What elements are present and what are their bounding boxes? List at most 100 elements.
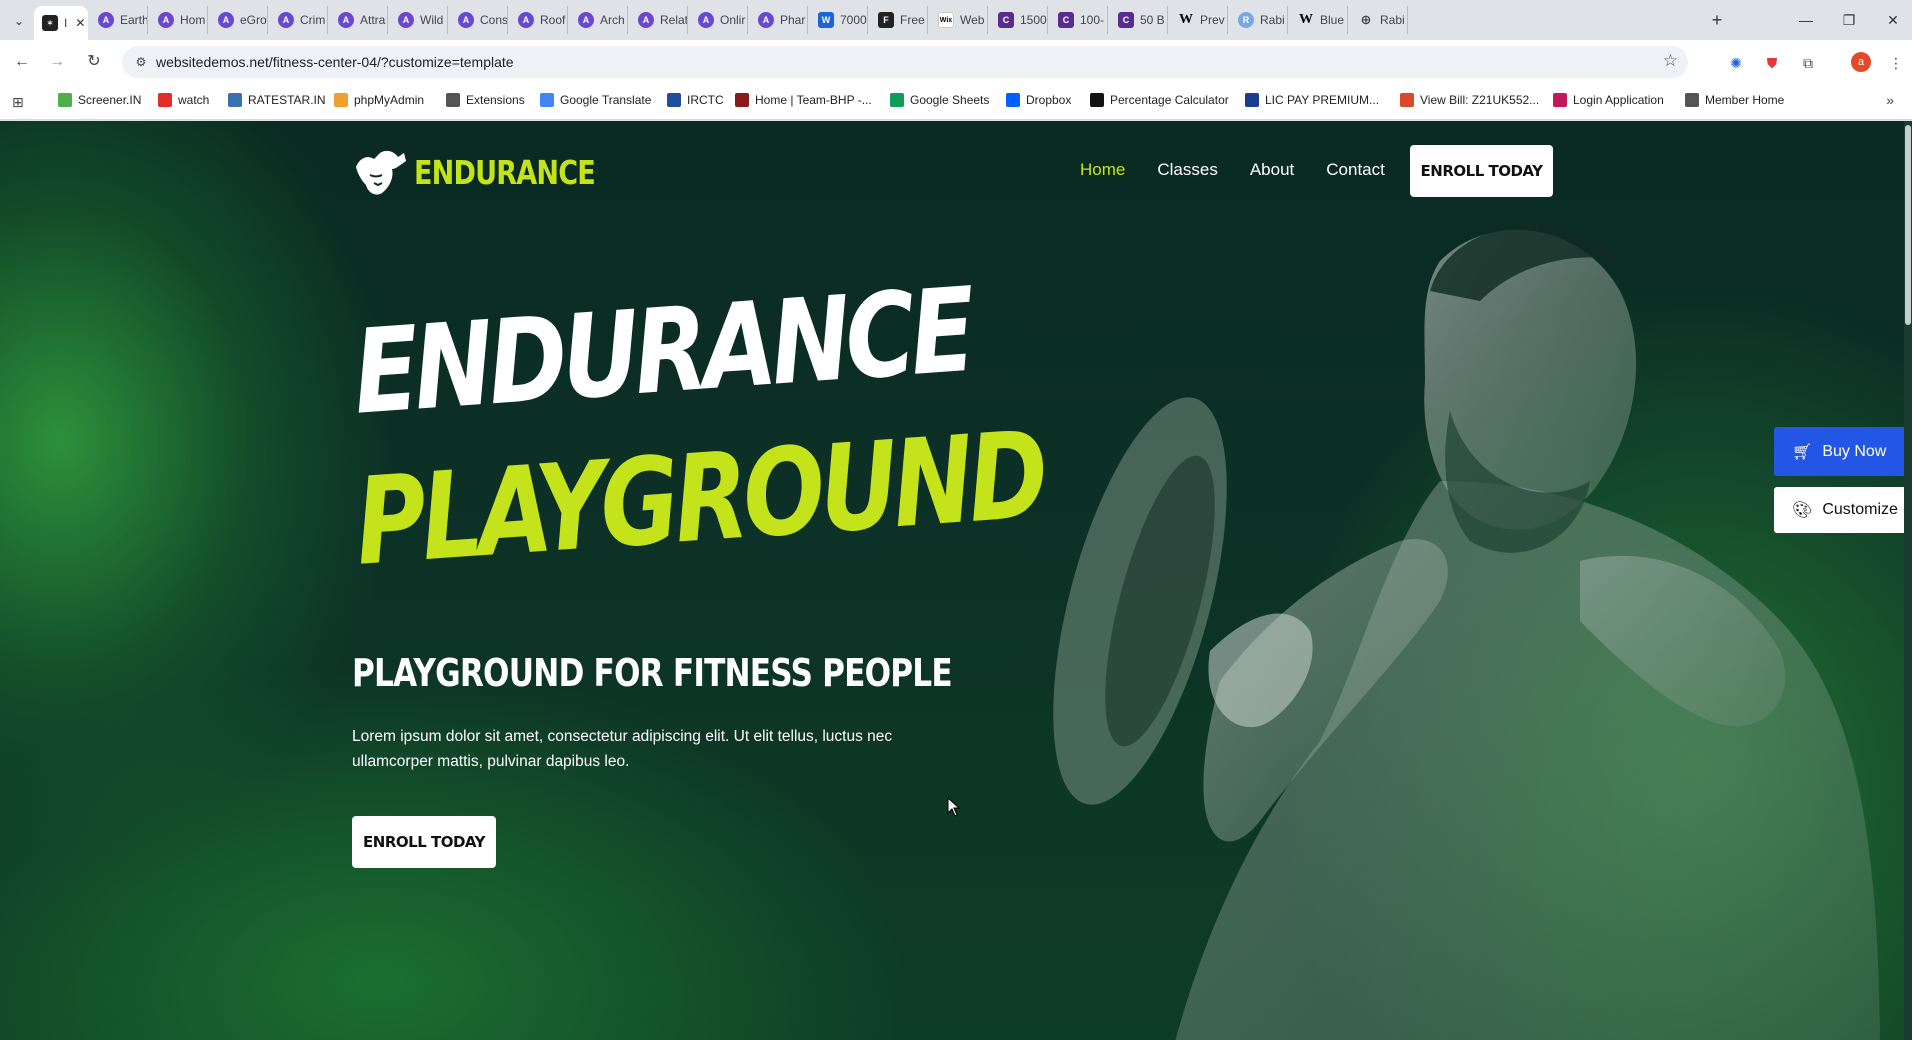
tab[interactable]: A Crim [270, 6, 328, 34]
tab-search-chevron-icon[interactable]: ⌄ [8, 10, 30, 32]
bookmark-item[interactable]: Member Home [1685, 93, 1784, 107]
restore-icon[interactable]: ❐ [1836, 8, 1862, 32]
header-enroll-button[interactable]: ENROLL TODAY [1410, 145, 1553, 197]
hero-title-line-1: ENDURANCE [349, 262, 975, 441]
tab[interactable]: C 100- [1050, 6, 1108, 34]
tab[interactable]: R Rabi [1230, 6, 1288, 34]
bookmark-item[interactable]: LIC PAY PREMIUM... [1245, 93, 1379, 107]
bookmarks-bar: ⊞ Screener.IN watch RATESTAR.IN phpMyAdmin E… [0, 84, 1912, 120]
forward-icon[interactable]: → [45, 50, 69, 74]
bookmark-item[interactable]: Extensions [446, 93, 525, 107]
tab[interactable]: F Free [870, 6, 928, 34]
apps-grid-icon[interactable]: ⊞ [12, 94, 28, 110]
bookmark-item[interactable]: Home | Team-BHP -... [735, 93, 872, 107]
bookmark-item[interactable]: phpMyAdmin [334, 93, 424, 107]
bookmark-label: Dropbox [1026, 93, 1072, 107]
tab-close-icon[interactable]: ✕ [75, 16, 85, 30]
bookmark-item[interactable]: Screener.IN [58, 93, 141, 107]
extension-blue-icon[interactable]: ✺ [1725, 52, 1747, 74]
nav-about[interactable]: About [1250, 160, 1294, 180]
bookmark-label: Extensions [466, 93, 525, 107]
bookmark-label: Member Home [1705, 93, 1785, 107]
tab[interactable]: A Relat [630, 6, 688, 34]
back-icon[interactable]: ← [10, 50, 34, 74]
bookmark-item[interactable]: RATESTAR.IN [228, 93, 326, 107]
tab[interactable]: AeGro [210, 6, 268, 34]
tab-title: 100- [1080, 13, 1105, 27]
tab[interactable]: C 50 B [1110, 6, 1168, 34]
bookmark-item[interactable]: Login Application [1553, 93, 1664, 107]
tab[interactable]: A Onlir [690, 6, 748, 34]
tab[interactable]: A Roof [510, 6, 568, 34]
sheets-icon [890, 93, 904, 107]
close-window-icon[interactable]: ✕ [1880, 8, 1906, 32]
tab-title: Crim [300, 13, 326, 27]
customize-button[interactable]: 🎨︎ Customize [1774, 487, 1904, 533]
bookmark-item[interactable]: View Bill: Z21UK552... [1400, 93, 1539, 107]
tab-strip: ⌄ ✶ I ✕ A Earth A Hom AeGro A Crim A Attra A Wild A Con… [0, 0, 1912, 40]
browser-menu-icon[interactable]: ⋮ [1885, 52, 1907, 74]
bill-icon [1400, 93, 1414, 107]
wix-icon: Wix [938, 12, 954, 28]
tab[interactable]: A Cons [450, 6, 508, 34]
astra-icon: A [458, 12, 474, 28]
profile-avatar[interactable]: a [1851, 52, 1871, 72]
reload-icon[interactable]: ↻ [82, 50, 106, 74]
bookmark-label: View Bill: Z21UK552... [1420, 93, 1540, 107]
bodybuilder-logo-icon [356, 150, 406, 195]
bookmark-item[interactable]: Google Translate [540, 93, 651, 107]
address-bar[interactable]: ⚙ websitedemos.net/fitness-center-04/?cu… [122, 46, 1688, 78]
canva-icon: C [1118, 12, 1134, 28]
tab[interactable]: A Phar [750, 6, 808, 34]
youtube-icon [158, 93, 172, 107]
tab[interactable]: A Arch [570, 6, 628, 34]
bookmark-item[interactable]: Percentage Calculator [1090, 93, 1229, 107]
bar-chart-icon [58, 93, 72, 107]
tab[interactable]: W Blue [1290, 6, 1348, 34]
nav-contact[interactable]: Contact [1326, 160, 1385, 180]
tab[interactable]: W 7000 [810, 6, 868, 34]
tab[interactable]: C 1500 [990, 6, 1048, 34]
tab-title: Arch [600, 13, 625, 27]
hero-enroll-button[interactable]: ENROLL TODAY [352, 816, 496, 868]
tab[interactable]: Wix Web [930, 6, 988, 34]
bookmark-label: Login Application [1573, 93, 1664, 107]
minimize-icon[interactable]: — [1793, 8, 1819, 32]
tab[interactable]: A Hom [150, 6, 208, 34]
bookmark-label: LIC PAY PREMIUM... [1265, 93, 1380, 107]
tab-title: Attra [360, 13, 386, 27]
browser-toolbar: ← → ↻ ⚙ websitedemos.net/fitness-center-… [0, 40, 1912, 84]
framer-icon: F [878, 12, 894, 28]
bookmark-item[interactable]: IRCTC [667, 93, 724, 107]
tab[interactable]: A Attra [330, 6, 388, 34]
tab-active[interactable]: ✶ I ✕ [34, 6, 88, 40]
astra-icon: A [638, 12, 654, 28]
page-scrollbar[interactable] [1904, 121, 1912, 1040]
buy-now-button[interactable]: 🛒︎ Buy Now [1774, 427, 1904, 476]
extensions-puzzle-icon[interactable]: ⧉ [1797, 52, 1819, 74]
tab[interactable]: A Wild [390, 6, 448, 34]
bookmark-item[interactable]: Dropbox [1006, 93, 1071, 107]
tab[interactable]: A Earth [90, 6, 148, 34]
athlete-hero-image [1053, 225, 1880, 1040]
astra-icon: A [698, 12, 714, 28]
extension-shield-icon[interactable]: ⛊ [1761, 52, 1783, 74]
bookmark-item[interactable]: Google Sheets [890, 93, 989, 107]
tab[interactable]: W Prev [1170, 6, 1228, 34]
nav-classes[interactable]: Classes [1157, 160, 1217, 180]
scrollbar-thumb[interactable] [1905, 125, 1911, 325]
tab-title: 7000 [840, 13, 867, 27]
astra-icon: A [218, 12, 234, 28]
tab-title: Prev [1200, 13, 1225, 27]
nav-home[interactable]: Home [1080, 160, 1125, 180]
tab-title: I [64, 16, 68, 30]
site-info-icon[interactable]: ⚙ [132, 53, 150, 71]
site-logo[interactable]: ENDURANCE [352, 147, 635, 197]
bookmark-star-icon[interactable]: ☆ [1663, 51, 1678, 71]
puzzle-icon [446, 93, 460, 107]
bookmark-item[interactable]: watch [158, 93, 209, 107]
tab[interactable]: ⊕ Rabi [1350, 6, 1408, 34]
url-text[interactable]: websitedemos.net/fitness-center-04/?cust… [156, 54, 514, 70]
new-tab-button[interactable]: + [1706, 9, 1728, 31]
more-bookmarks-icon[interactable]: » [1886, 92, 1894, 108]
